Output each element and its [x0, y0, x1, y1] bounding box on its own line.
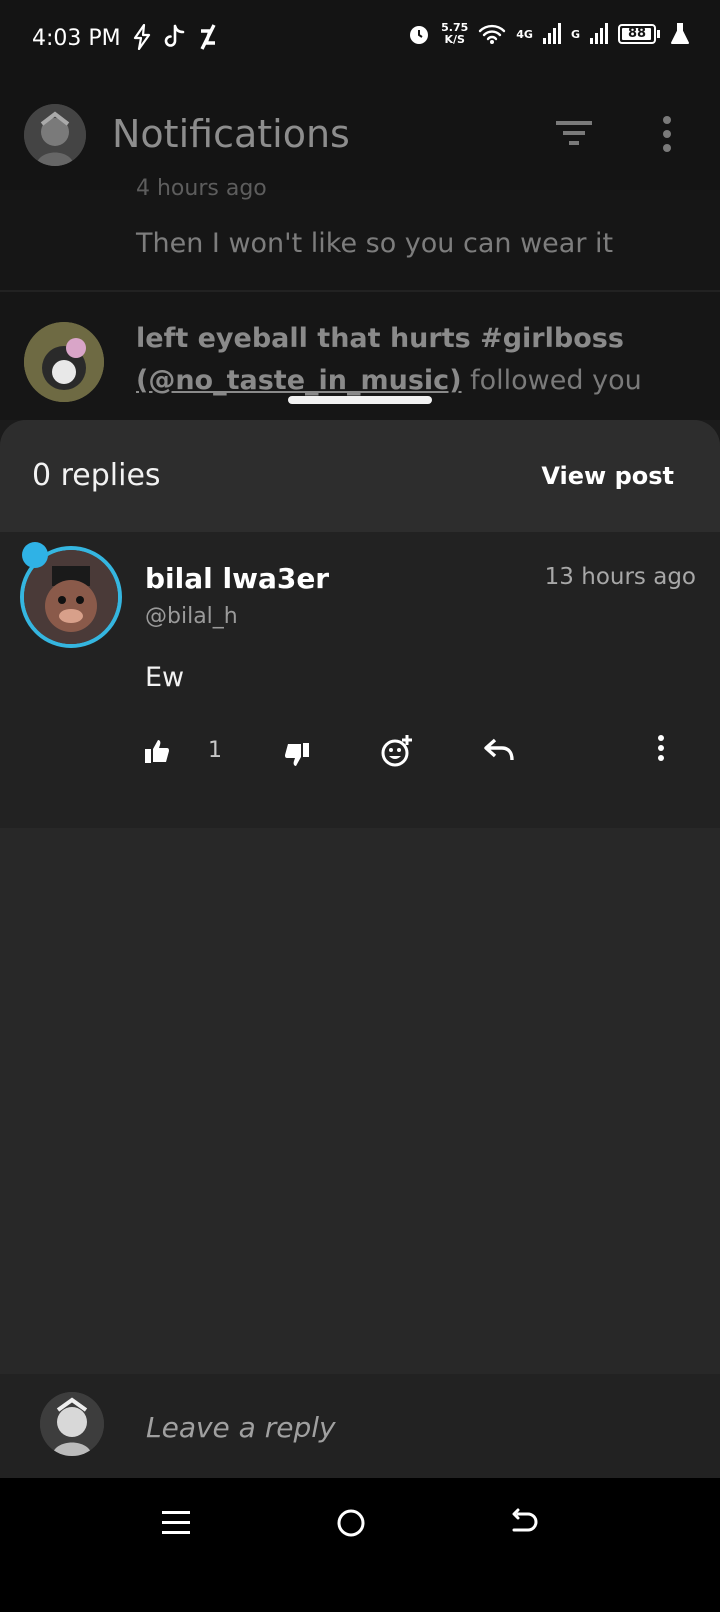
add-reaction-icon[interactable] — [380, 734, 414, 768]
notification-time: 4 hours ago — [136, 176, 267, 201]
commenter-handle[interactable]: @bilal_h — [145, 604, 238, 629]
notification-action: followed — [470, 365, 584, 396]
avatar-image — [24, 104, 86, 166]
reply-icon[interactable] — [484, 738, 514, 762]
status-system-icons: 5.75 K/S 4G G 88 — [407, 22, 690, 46]
network-speed: 5.75 K/S — [441, 22, 468, 46]
profile-avatar[interactable] — [24, 104, 86, 166]
avatar-image — [40, 1392, 104, 1456]
signal-icon-2 — [590, 23, 608, 44]
more-vertical-icon[interactable] — [656, 734, 666, 762]
like-count: 1 — [208, 738, 222, 763]
deviantart-icon — [200, 24, 216, 50]
avatar-badge-icon — [22, 542, 48, 568]
status-notification-icons — [132, 24, 218, 50]
my-avatar — [40, 1392, 104, 1456]
app-top-bar — [0, 80, 720, 190]
bolt-icon — [133, 24, 151, 50]
notification-text[interactable]: Then I won't like so you can wear it — [136, 228, 613, 259]
flask-icon — [671, 23, 689, 44]
system-nav-bar — [0, 1478, 720, 1612]
notification-tail: you — [592, 365, 642, 396]
battery-icon: 88 — [618, 24, 656, 44]
tiktok-icon — [164, 24, 185, 47]
status-time: 4:03 PM — [32, 26, 121, 51]
notification-mention[interactable]: (@no_taste_in_music) — [136, 365, 462, 396]
back-icon[interactable] — [510, 1508, 540, 1538]
network-speed-unit: K/S — [444, 33, 465, 46]
replies-count: 0 replies — [32, 458, 161, 493]
network-type-1: 4G — [516, 27, 533, 41]
sheet-header: 0 replies View post — [0, 420, 720, 532]
avatar-image — [24, 322, 104, 402]
comment-body: Ew — [145, 662, 185, 693]
commenter-name[interactable]: bilal lwa3er — [145, 562, 329, 595]
sheet-drag-handle[interactable] — [288, 396, 432, 404]
more-vertical-icon[interactable] — [662, 116, 672, 152]
notification-avatar[interactable] — [24, 322, 104, 402]
battery-indicator: 88 — [618, 24, 660, 44]
notification-username[interactable]: left eyeball that hurts #girlboss — [136, 323, 624, 354]
filter-icon[interactable] — [556, 118, 592, 148]
thumbs-down-icon[interactable] — [284, 742, 310, 768]
status-bar: 4:03 PM 5.75 K/S 4G G 88 — [0, 0, 720, 80]
comment-time: 13 hours ago — [544, 564, 696, 590]
battery-level: 88 — [627, 26, 647, 41]
thumbs-up-icon[interactable] — [144, 738, 170, 764]
network-type-2: G — [570, 27, 580, 41]
wifi-icon — [479, 24, 506, 44]
menu-icon[interactable] — [162, 1508, 190, 1538]
notification-follow-text[interactable]: left eyeball that hurts #girlboss (@no_t… — [136, 318, 696, 402]
divider — [0, 290, 720, 292]
home-icon[interactable] — [336, 1508, 366, 1538]
alarm-icon — [410, 26, 429, 44]
reply-input[interactable] — [144, 1406, 668, 1448]
view-post-button[interactable]: View post — [541, 462, 674, 490]
page-title: Notifications — [112, 112, 350, 156]
signal-icon — [542, 23, 561, 44]
comment-item: bilal lwa3er 13 hours ago @bilal_h Ew 1 — [0, 532, 720, 828]
